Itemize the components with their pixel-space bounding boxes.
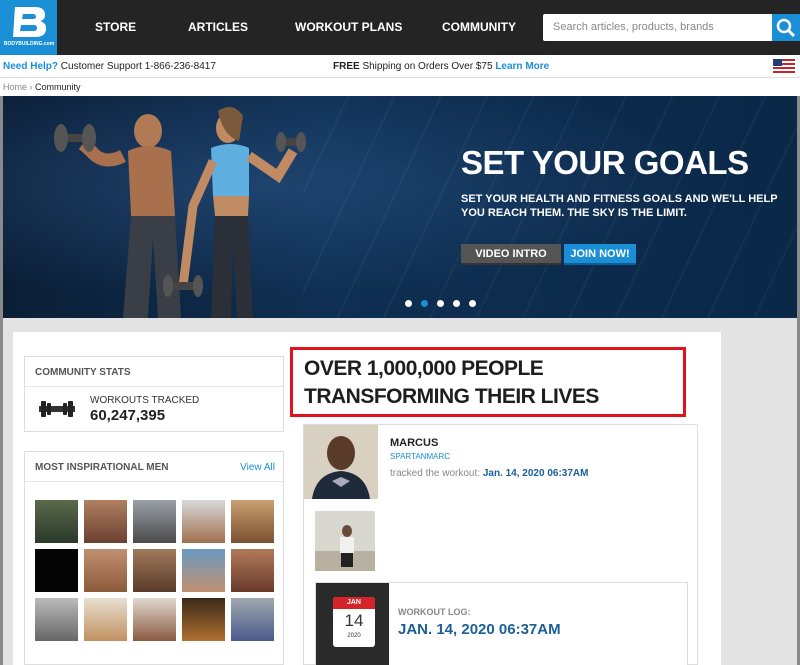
user-handle[interactable]: SPARTANMARC	[390, 452, 450, 461]
profile-thumbnail[interactable]	[133, 500, 176, 543]
profile-thumbnail[interactable]	[84, 549, 127, 592]
learn-more-link[interactable]: Learn More	[495, 61, 549, 72]
breadcrumb-separator: ›	[27, 82, 36, 92]
shipping-text: Shipping on Orders Over $75	[359, 61, 496, 72]
community-stats-heading: COMMUNITY STATS	[25, 357, 283, 387]
free-label: FREE	[333, 61, 360, 72]
workout-log-box[interactable]: JAN 14 2020 WORKOUT LOG: JAN. 14, 2020 0…	[315, 582, 688, 665]
hero-title: SET YOUR GOALS	[461, 144, 749, 181]
search-button[interactable]	[772, 14, 800, 41]
inspirational-men-card: MOST INSPIRATIONAL MEN View All	[24, 451, 284, 665]
carousel-dot[interactable]	[453, 300, 460, 307]
profile-thumbnail[interactable]	[35, 500, 78, 543]
nav-articles[interactable]: ARTICLES	[188, 20, 248, 34]
workout-photo[interactable]	[315, 511, 375, 571]
top-navigation: BODYBUILDING.com STORE ARTICLES WORKOUT …	[0, 0, 800, 55]
profile-thumbnail[interactable]	[182, 500, 225, 543]
support-phone: Customer Support 1-866-236-8417	[58, 61, 216, 72]
site-logo[interactable]: BODYBUILDING.com	[0, 0, 57, 55]
search-icon	[776, 18, 796, 38]
activity-feed-item: MARCUS SPARTANMARC tracked the workout: …	[303, 424, 698, 665]
carousel-dot[interactable]	[405, 300, 412, 307]
carousel-dots	[405, 294, 485, 312]
logo-text: BODYBUILDING.com	[3, 41, 55, 47]
calendar-month: JAN	[333, 597, 375, 609]
profile-thumbnail[interactable]	[84, 598, 127, 641]
carousel-dot[interactable]	[469, 300, 476, 307]
carousel-dot[interactable]	[437, 300, 444, 307]
profile-thumbnail[interactable]	[35, 549, 78, 592]
breadcrumb-current: Community	[35, 82, 81, 92]
profile-thumbnail[interactable]	[182, 598, 225, 641]
dumbbell-icon	[39, 401, 75, 417]
workouts-tracked-value: 60,247,395	[90, 407, 166, 424]
profile-thumbnail[interactable]	[231, 500, 274, 543]
need-help-link[interactable]: Need Help?	[3, 61, 58, 72]
bodybuilding-logo-icon	[13, 7, 47, 37]
info-bar: Need Help? Customer Support 1-866-236-84…	[0, 55, 800, 78]
workout-log-label: WORKOUT LOG:	[398, 607, 471, 617]
carousel-dot-active[interactable]	[421, 300, 428, 307]
profile-thumbnail[interactable]	[133, 598, 176, 641]
customer-support: Need Help? Customer Support 1-866-236-84…	[3, 61, 216, 72]
search-input[interactable]: Search articles, products, brands	[543, 14, 773, 41]
calendar-icon: JAN 14 2020	[333, 597, 375, 647]
calendar-year: 2020	[347, 633, 361, 639]
profile-thumbnail[interactable]	[231, 598, 274, 641]
us-flag-icon[interactable]	[773, 59, 795, 73]
nav-store[interactable]: STORE	[95, 20, 136, 34]
tracked-date-link[interactable]: Jan. 14, 2020 06:37AM	[483, 468, 589, 479]
community-stats-card: COMMUNITY STATS WORKOUTS TRACKED 60,247,…	[24, 356, 284, 432]
calendar-day: 14	[344, 611, 364, 630]
user-name[interactable]: MARCUS	[390, 437, 438, 449]
profile-thumbnail[interactable]	[133, 549, 176, 592]
tracked-workout-text: tracked the workout: Jan. 14, 2020 06:37…	[390, 468, 588, 479]
workouts-tracked-label: WORKOUTS TRACKED	[90, 395, 200, 406]
shipping-promo: FREE Shipping on Orders Over $75 Learn M…	[333, 61, 549, 72]
avatar[interactable]	[304, 425, 378, 499]
view-all-link[interactable]: View All	[240, 462, 275, 473]
hero-banner: SET YOUR GOALS SET YOUR HEALTH AND FITNE…	[3, 96, 797, 318]
nav-workout-plans[interactable]: WORKOUT PLANS	[295, 20, 402, 34]
breadcrumb-home[interactable]: Home	[3, 82, 27, 92]
join-now-button[interactable]: JOIN NOW!	[564, 244, 636, 265]
profile-thumbnail[interactable]	[84, 500, 127, 543]
video-intro-button[interactable]: VIDEO INTRO	[461, 244, 561, 265]
breadcrumb: Home › Community	[0, 78, 800, 96]
workout-log-date[interactable]: JAN. 14, 2020 06:37AM	[398, 621, 561, 638]
athletes-image	[54, 107, 306, 318]
hero-subtitle: SET YOUR HEALTH AND FITNESS GOALS AND WE…	[461, 193, 778, 219]
profile-thumbnail[interactable]	[35, 598, 78, 641]
transforming-headline: OVER 1,000,000 PEOPLE TRANSFORMING THEIR…	[304, 357, 599, 408]
profile-thumbnail[interactable]	[231, 549, 274, 592]
profile-thumbnail[interactable]	[182, 549, 225, 592]
nav-community[interactable]: COMMUNITY	[442, 20, 516, 34]
tracked-label: tracked the workout:	[390, 468, 483, 479]
